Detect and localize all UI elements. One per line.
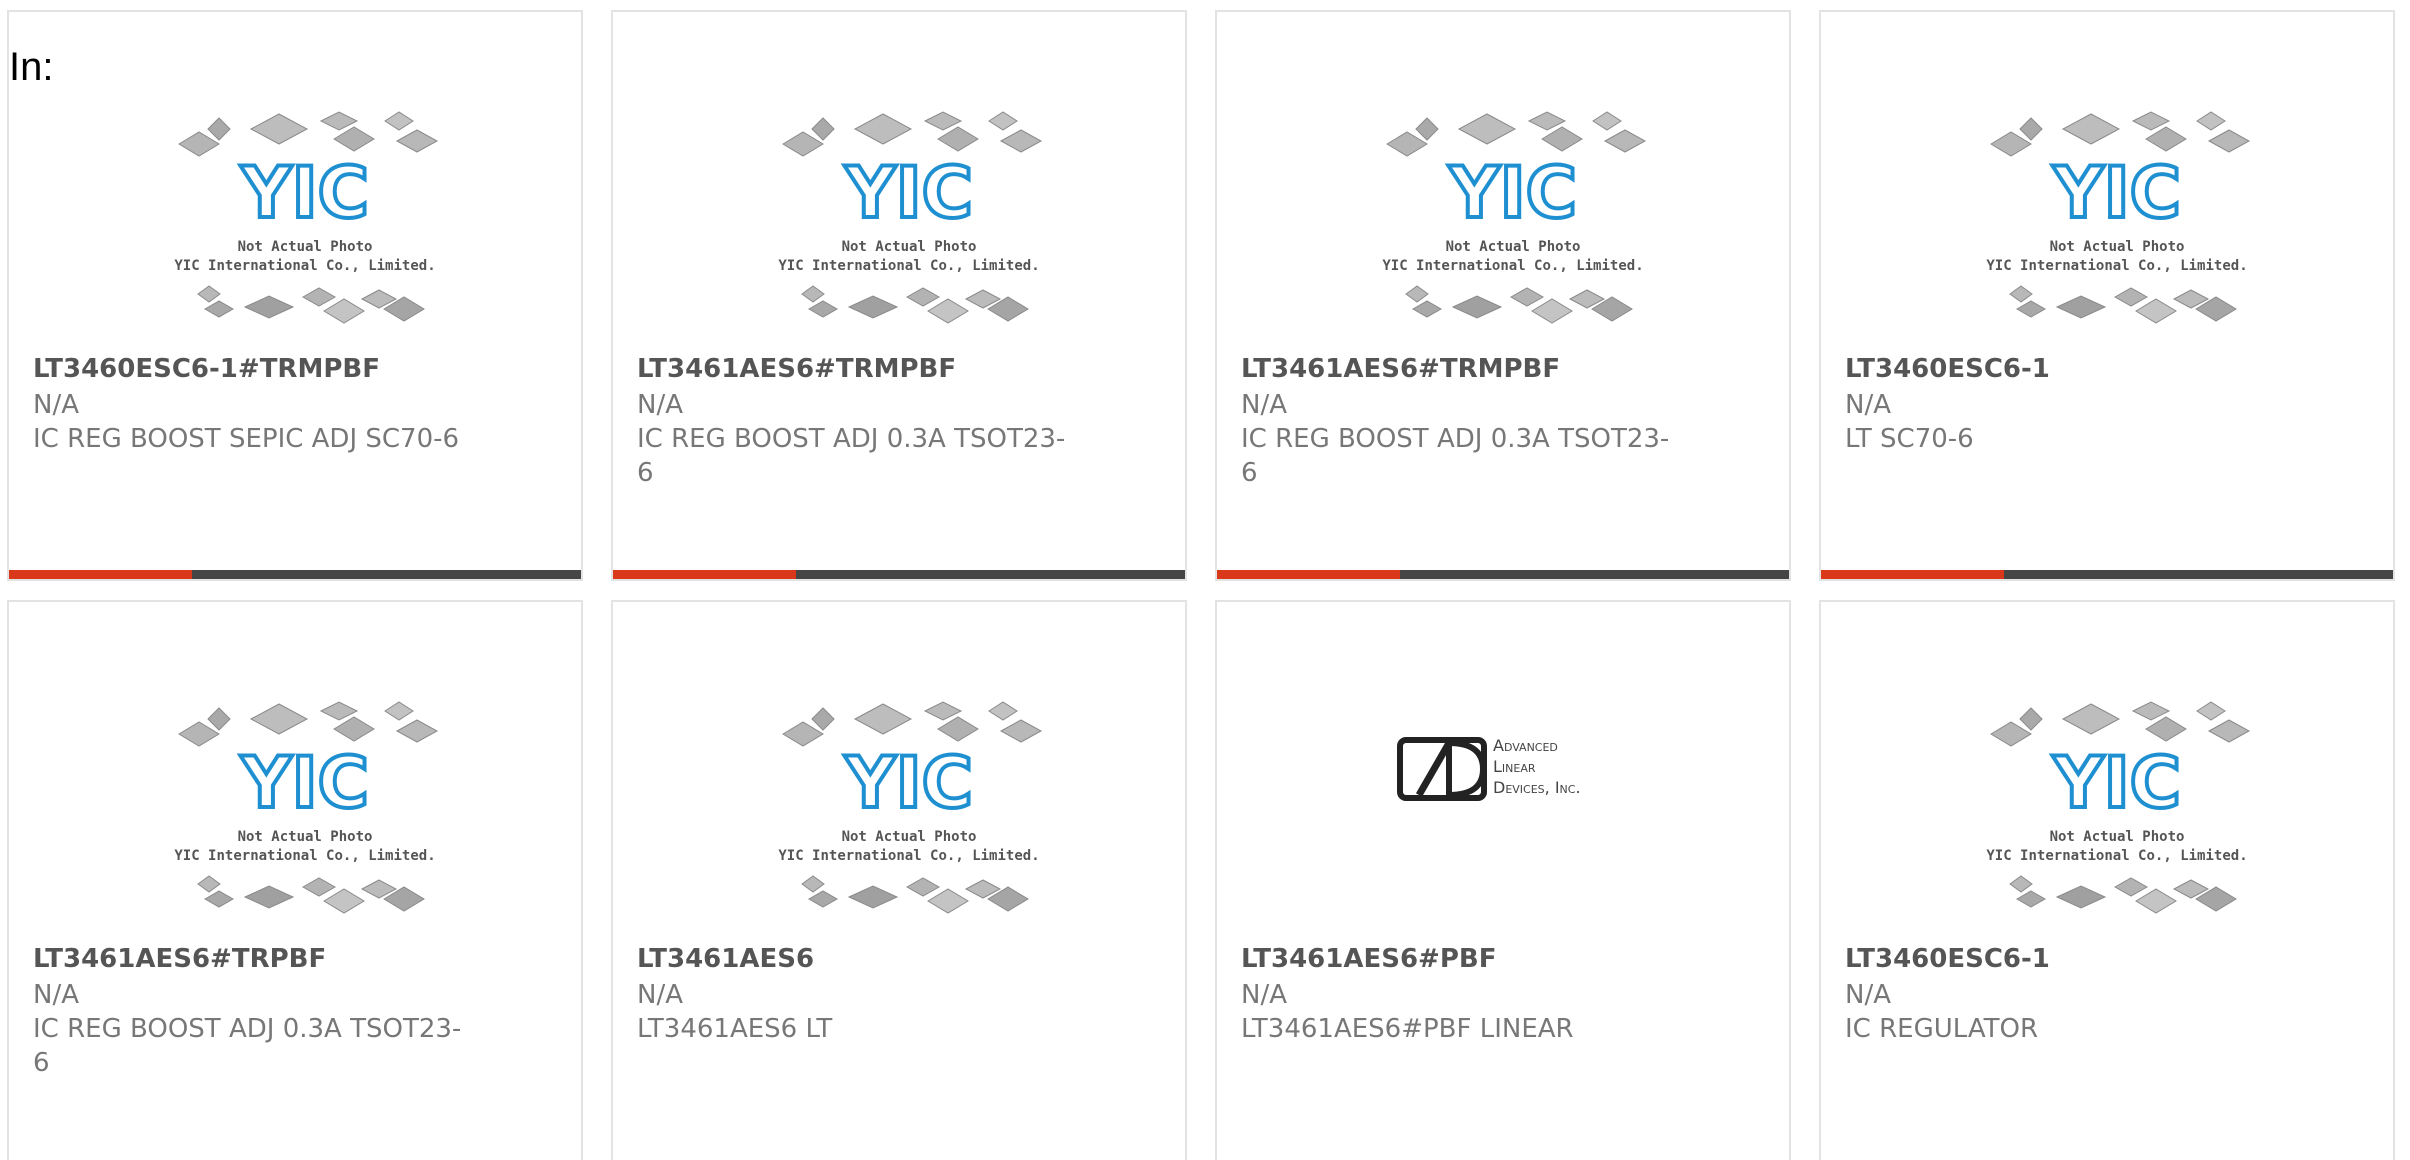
manufacturer: N/A [1241, 980, 1287, 1010]
description: IC REGULATOR [1845, 1014, 2039, 1044]
adl-line-1: Advanced [1493, 736, 1558, 755]
yic-logo-text: YIC [1448, 152, 1577, 234]
photo-caption-line-2: YIC International Co., Limited. [1986, 848, 2247, 864]
not-actual-photo-image[interactable]: YIC Not Actual Photo YIC International Co.… [1981, 99, 2253, 339]
description: IC REG BOOST ADJ 0.3A TSOT23-6 [1241, 424, 1670, 488]
yic-logo-text: YIC [240, 152, 369, 234]
description: IC REG BOOST ADJ 0.3A TSOT23-6 [33, 1014, 462, 1078]
photo-caption-line-2: YIC International Co., Limited. [174, 848, 435, 864]
photo-placeholder-graphic: YIC Not Actual Photo YIC International Co.… [778, 111, 1043, 324]
photo-caption-line-2: YIC International Co., Limited. [1986, 258, 2247, 274]
adl-line-3: Devices, Inc. [1493, 778, 1581, 797]
yic-logo-text: YIC [844, 152, 973, 234]
manufacturer: N/A [637, 390, 683, 420]
card-accent-bar [1217, 570, 1400, 579]
not-actual-photo-image[interactable]: YIC Not Actual Photo YIC International Co.… [169, 689, 441, 929]
photo-caption-line-1: Not Actual Photo [2050, 239, 2185, 255]
part-number[interactable]: LT3461AES6#TRMPBF [637, 352, 956, 386]
product-card[interactable]: Advanced Linear Devices, Inc. LT3461AES6… [1215, 600, 1791, 1160]
description: IC REG BOOST ADJ 0.3A TSOT23-6 [637, 424, 1066, 488]
photo-caption-line-1: Not Actual Photo [238, 829, 373, 845]
description: LT SC70-6 [1845, 424, 1974, 454]
description: IC REG BOOST SEPIC ADJ SC70-6 [33, 424, 460, 454]
photo-caption-line-1: Not Actual Photo [842, 239, 977, 255]
part-number[interactable]: LT3461AES6#TRMPBF [1241, 352, 1560, 386]
yic-logo-text: YIC [2052, 742, 2181, 824]
product-card[interactable]: In: YIC Not Actual Photo YIC International… [7, 10, 583, 581]
description: LT3461AES6 LT [637, 1014, 833, 1044]
product-card[interactable]: YIC Not Actual Photo YIC International Co.… [1819, 10, 2395, 581]
in-label: In: [9, 45, 54, 89]
photo-placeholder-graphic: YIC Not Actual Photo YIC International Co.… [1382, 111, 1647, 324]
part-number[interactable]: LT3460ESC6-1 [1845, 352, 2050, 386]
photo-caption-line-2: YIC International Co., Limited. [1382, 258, 1643, 274]
product-card[interactable]: YIC Not Actual Photo YIC International Co.… [611, 600, 1187, 1160]
photo-placeholder-graphic: YIC Not Actual Photo YIC International Co.… [174, 111, 439, 324]
product-card[interactable]: YIC Not Actual Photo YIC International Co.… [611, 10, 1187, 581]
card-bottom-bar [9, 570, 581, 579]
photo-placeholder-graphic: YIC Not Actual Photo YIC International Co.… [1986, 701, 2251, 914]
part-number[interactable]: LT3461AES6#PBF [1241, 942, 1496, 976]
card-bottom-bar [613, 570, 1185, 579]
adl-line-2: Linear [1493, 757, 1536, 776]
manufacturer: N/A [637, 980, 683, 1010]
product-card[interactable]: YIC Not Actual Photo YIC International Co.… [1819, 600, 2395, 1160]
not-actual-photo-image[interactable]: YIC Not Actual Photo YIC International Co.… [773, 99, 1045, 339]
photo-placeholder-graphic: YIC Not Actual Photo YIC International Co.… [174, 701, 439, 914]
part-number[interactable]: LT3460ESC6-1 [1845, 942, 2050, 976]
card-accent-bar [9, 570, 192, 579]
photo-placeholder-graphic: YIC Not Actual Photo YIC International Co.… [1986, 111, 2251, 324]
adl-logo-mark [1397, 737, 1487, 801]
not-actual-photo-image[interactable]: YIC Not Actual Photo YIC International Co.… [169, 99, 441, 339]
photo-caption-line-2: YIC International Co., Limited. [778, 258, 1039, 274]
manufacturer: N/A [33, 980, 79, 1010]
photo-caption-line-2: YIC International Co., Limited. [778, 848, 1039, 864]
part-number[interactable]: LT3460ESC6-1#TRMPBF [33, 352, 380, 386]
photo-caption-line-1: Not Actual Photo [2050, 829, 2185, 845]
product-card[interactable]: YIC Not Actual Photo YIC International Co.… [7, 600, 583, 1160]
product-grid: In: YIC Not Actual Photo YIC International… [0, 0, 2410, 1160]
part-number[interactable]: LT3461AES6 [637, 942, 814, 976]
description: LT3461AES6#PBF LINEAR [1241, 1014, 1574, 1044]
product-card[interactable]: YIC Not Actual Photo YIC International Co.… [1215, 10, 1791, 581]
part-number[interactable]: LT3461AES6#TRPBF [33, 942, 326, 976]
yic-logo-text: YIC [2052, 152, 2181, 234]
card-bottom-bar [1217, 570, 1789, 579]
manufacturer: N/A [33, 390, 79, 420]
adl-logo-text: Advanced Linear Devices, Inc. [1493, 735, 1581, 798]
photo-caption-line-1: Not Actual Photo [842, 829, 977, 845]
yic-logo-text: YIC [844, 742, 973, 824]
not-actual-photo-image[interactable]: YIC Not Actual Photo YIC International Co.… [1377, 99, 1649, 339]
photo-placeholder-graphic: YIC Not Actual Photo YIC International Co.… [778, 701, 1043, 914]
photo-caption-line-1: Not Actual Photo [238, 239, 373, 255]
yic-logo-text: YIC [240, 742, 369, 824]
card-accent-bar [613, 570, 796, 579]
not-actual-photo-image[interactable]: YIC Not Actual Photo YIC International Co.… [1981, 689, 2253, 929]
not-actual-photo-image[interactable]: YIC Not Actual Photo YIC International Co.… [773, 689, 1045, 929]
photo-caption-line-1: Not Actual Photo [1446, 239, 1581, 255]
advanced-linear-devices-logo[interactable]: Advanced Linear Devices, Inc. [1397, 727, 1637, 817]
photo-caption-line-2: YIC International Co., Limited. [174, 258, 435, 274]
manufacturer: N/A [1845, 980, 1891, 1010]
card-accent-bar [1821, 570, 2004, 579]
manufacturer: N/A [1845, 390, 1891, 420]
manufacturer: N/A [1241, 390, 1287, 420]
card-bottom-bar [1821, 570, 2393, 579]
